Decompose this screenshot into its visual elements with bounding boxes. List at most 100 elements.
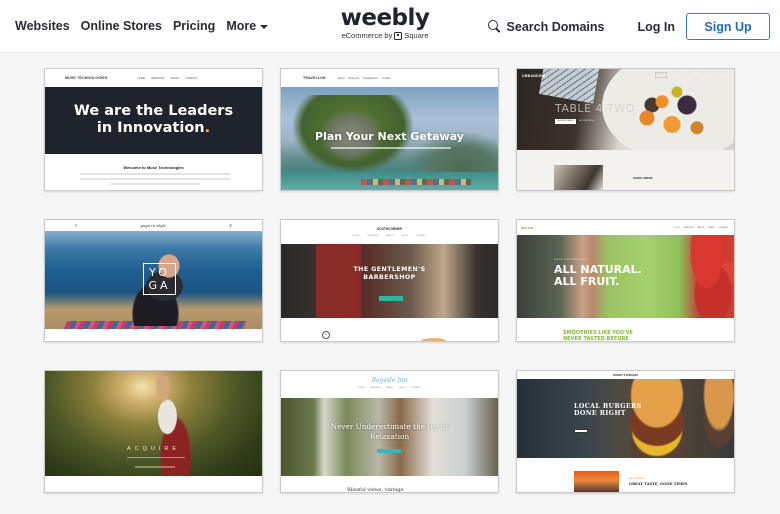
theme-subheading-line2: NEVER TASTED BEFORE xyxy=(563,335,629,342)
theme-kicker: FRESH JUICE SINCE 2020 xyxy=(554,259,588,261)
theme-card-southcorner-barbershop[interactable]: SOUTHCORNER HOME SERVICES ABOUT BLOG CON… xyxy=(280,219,499,342)
theme-headline: Plan Your Next Getaway xyxy=(315,130,464,143)
theme-hero: URBANDINE HOME MENU ABOUT RESERVE CONTAC… xyxy=(517,69,734,150)
weebly-logo[interactable]: weebly eCommerce by Square xyxy=(332,6,438,40)
placeholder-text-line xyxy=(80,173,230,175)
theme-hero: ACQUIRE xyxy=(45,371,262,478)
theme-card-yoga[interactable]: ≡ yoga in style ⚲ YO GA xyxy=(44,219,263,342)
theme-card-acquire[interactable]: ACQUIRE xyxy=(44,370,263,493)
signup-button[interactable]: Sign Up xyxy=(686,13,770,40)
theme-nav-link: Contact xyxy=(381,76,391,80)
theme-primary-button: RESERVE TABLE xyxy=(555,119,576,124)
theme-card-muse-technologies[interactable]: MUSE TECHNOLOGIES HOME SERVICES ABOUT CO… xyxy=(44,68,263,191)
theme-nav-link: SERVICES xyxy=(370,387,381,389)
theme-nav-link: ABOUT xyxy=(386,235,394,237)
theme-lower-section: DONTE OWENS xyxy=(517,150,734,190)
theme-cta-button xyxy=(379,296,403,301)
theme-card-urbandine[interactable]: URBANDINE HOME MENU ABOUT RESERVE CONTAC… xyxy=(516,68,735,191)
theme-secondary-button: BROWSE MENU xyxy=(579,120,595,122)
theme-nav-link: MENU xyxy=(708,226,715,229)
placeholder-buttons xyxy=(135,466,175,468)
theme-nav-link: CONTACT xyxy=(415,235,427,237)
square-logo-icon xyxy=(394,31,403,40)
nav-more-label: More xyxy=(226,19,257,33)
logo-tagline-prefix: eCommerce by xyxy=(341,31,393,40)
search-icon xyxy=(487,20,501,33)
theme-preview-nav: NECTAR HOME SERVICES ABOUT MENU CONTACT xyxy=(517,220,734,235)
theme-subheading: Blissful views, vintage xyxy=(347,487,404,493)
theme-hero: We are the Leaders in Innovation. xyxy=(45,87,262,154)
theme-nav-link: HOME xyxy=(673,226,680,229)
theme-brand: TRAVELLUN xyxy=(303,76,326,80)
nav-websites[interactable]: Websites xyxy=(15,19,70,33)
logo-tagline: eCommerce by Square xyxy=(332,31,438,40)
theme-card-travelun[interactable]: TRAVELLUN Home About Us Destinations Con… xyxy=(280,68,499,191)
theme-headline-dot: . xyxy=(204,120,211,136)
theme-grid: MUSE TECHNOLOGIES HOME SERVICES ABOUT CO… xyxy=(44,68,735,493)
theme-nav-links: HOME MENU ABOUT RESERVE CONTACT xyxy=(654,72,728,78)
theme-headline-line2: GA xyxy=(148,279,171,292)
theme-hero: THE GENTLEMEN'S BARBERSHOP xyxy=(281,244,498,318)
theme-nav-link: SERVICES xyxy=(151,76,165,80)
theme-section-title: Welcome to Muse Technologies xyxy=(123,165,184,170)
theme-hero: Never Underestimate the Joy of Relaxatio… xyxy=(281,398,498,476)
placeholder-text-line xyxy=(110,183,200,185)
theme-brand: URBANDINE xyxy=(522,74,546,78)
theme-brand: yoga in style xyxy=(140,223,166,228)
theme-order-button xyxy=(574,429,588,433)
theme-nav-link: HOME xyxy=(654,72,668,78)
theme-nav-link: Destinations xyxy=(363,76,378,80)
strawberry-image xyxy=(677,235,734,318)
theme-nav-link: ABOUT xyxy=(170,76,180,80)
theme-headline-line2: DONE RIGHT xyxy=(574,410,626,417)
theme-headline-line1: YO xyxy=(149,266,170,279)
theme-headline-line1: THE GENTLEMEN'S xyxy=(353,266,426,273)
theme-nav-link: ABOUT xyxy=(697,226,705,229)
theme-section-title: GREAT TASTE, GOOD TIMES xyxy=(629,482,688,486)
theme-headline-line2: ALL FRUIT. xyxy=(554,275,620,288)
nav-pricing[interactable]: Pricing xyxy=(173,19,215,33)
chef-photo xyxy=(554,165,603,190)
nav-more[interactable]: More xyxy=(226,19,269,33)
grill-photo xyxy=(574,471,619,492)
theme-nav-links: HOME SERVICES ABOUT BLOG CONTACT xyxy=(281,387,498,389)
theme-subheading: SMOOTHIES LIKE YOU'VE NEVER TASTED BEFOR… xyxy=(563,330,633,342)
theme-nav-links: HOME SERVICES ABOUT MENU CONTACT xyxy=(674,227,728,229)
nav-online-stores[interactable]: Online Stores xyxy=(81,19,162,33)
theme-card-bayside-inn[interactable]: Bayside Inn HOME SERVICES ABOUT BLOG CON… xyxy=(280,370,499,493)
theme-nav-link: SERVICES xyxy=(367,235,379,237)
theme-nav-link: CONTACT xyxy=(185,76,198,80)
theme-headline-line2: Relaxation xyxy=(369,432,410,441)
theme-nav-link: CONTACT xyxy=(411,387,421,389)
theme-nav-link: CONTACT xyxy=(718,226,728,229)
theme-headline-line2: in Innovation. xyxy=(45,120,262,137)
theme-brand: BARNEY'S BURGERS xyxy=(613,373,638,377)
theme-preview-nav: TRAVELLUN Home About Us Destinations Con… xyxy=(281,69,498,87)
theme-headline-line1: LOCAL BURGERS xyxy=(574,403,642,410)
theme-headline: ALL NATURAL. ALL FRUIT. xyxy=(554,264,642,288)
theme-headline-line2-text: in Innovation xyxy=(96,120,205,136)
theme-nav-link: CONTACT xyxy=(717,72,728,74)
burger-image xyxy=(607,379,707,458)
theme-nav-link: ABOUT xyxy=(686,72,695,74)
theme-headline: TABLE 4 TWO xyxy=(555,102,635,115)
login-link[interactable]: Log In xyxy=(638,20,676,34)
search-domains-label: Search Domains xyxy=(506,19,605,34)
search-icon: ⚲ xyxy=(229,223,232,228)
theme-card-nectar[interactable]: NECTAR HOME SERVICES ABOUT MENU CONTACT … xyxy=(516,219,735,342)
theme-nav-link: Home xyxy=(337,76,345,80)
theme-card-barneys-burgers[interactable]: BARNEY'S BURGERS LOCAL BURGERS DONE RIGH… xyxy=(516,370,735,493)
theme-nav-link: HOME xyxy=(137,76,146,80)
theme-nav-link: ABOUT xyxy=(386,387,394,389)
placeholder-text-line xyxy=(331,147,451,149)
theme-nav-link: HOME xyxy=(352,235,360,237)
theme-preview-nav: BARNEY'S BURGERS xyxy=(517,371,734,379)
theme-preview-nav: MUSE TECHNOLOGIES HOME SERVICES ABOUT CO… xyxy=(45,69,262,87)
main-nav: Websites Online Stores Pricing More xyxy=(15,19,269,33)
logo-tagline-brand: Square xyxy=(404,31,429,40)
theme-nav-link: SERVICES xyxy=(683,226,694,229)
search-domains-link[interactable]: Search Domains xyxy=(487,19,605,34)
site-header: Websites Online Stores Pricing More weeb… xyxy=(0,0,780,53)
placeholder-text-line xyxy=(127,457,185,458)
theme-nav-link: RESERVE xyxy=(700,72,712,74)
